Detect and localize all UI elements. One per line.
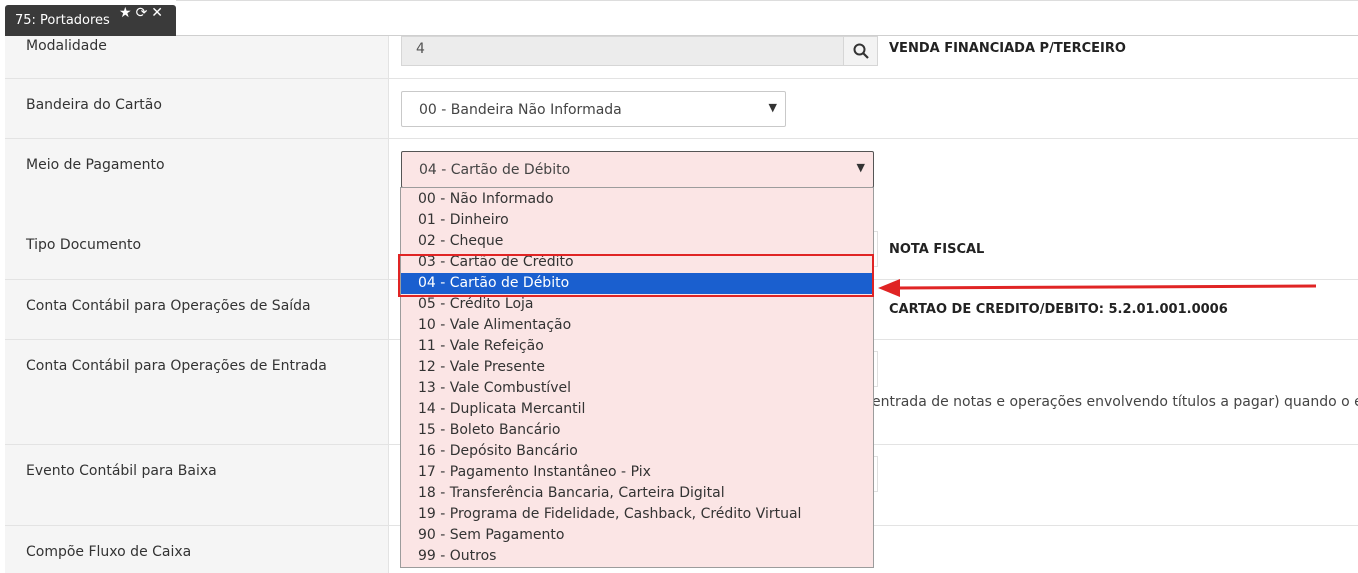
dropdown-option[interactable]: 14 - Duplicata Mercantil: [401, 399, 873, 420]
label-modalidade: Modalidade: [26, 38, 107, 54]
label-conta-saida: Conta Contábil para Operações de Saída: [26, 298, 311, 314]
chevron-down-icon: ▼: [856, 161, 865, 174]
modalidade-input[interactable]: 4: [401, 36, 844, 66]
meio-pagamento-options-list[interactable]: 00 - Não Informado 01 - Dinheiro 02 - Cheq…: [400, 187, 874, 568]
dropdown-option[interactable]: 01 - Dinheiro: [401, 210, 873, 231]
dropdown-option[interactable]: 18 - Transferência Bancaria, Carteira Di…: [401, 483, 873, 504]
label-evento-baixa: Evento Contábil para Baixa: [26, 463, 217, 479]
modalidade-search-button[interactable]: [843, 36, 878, 66]
top-divider: [176, 0, 1358, 1]
label-bandeira: Bandeira do Cartão: [26, 97, 162, 113]
modalidade-description: VENDA FINANCIADA P/TERCEIRO: [889, 41, 1126, 56]
dropdown-option[interactable]: 13 - Vale Combustível: [401, 378, 873, 399]
dropdown-option[interactable]: 99 - Outros: [401, 546, 873, 567]
dropdown-option[interactable]: 17 - Pagamento Instantâneo - Pix: [401, 462, 873, 483]
label-conta-entrada: Conta Contábil para Operações de Entrada: [26, 358, 327, 374]
bandeira-selected-value: 00 - Bandeira Não Informada: [419, 102, 622, 118]
window-tab[interactable]: 75: Portadores ★⟳✕: [5, 5, 176, 36]
conta-saida-description: CARTAO DE CREDITO/DEBITO: 5.2.01.001.000…: [889, 302, 1228, 317]
dropdown-option[interactable]: 05 - Crédito Loja: [401, 294, 873, 315]
label-meio-pagamento: Meio de Pagamento: [26, 157, 165, 173]
search-icon: [853, 43, 869, 59]
meio-pagamento-selected-value: 04 - Cartão de Débito: [419, 162, 571, 178]
dropdown-option[interactable]: 02 - Cheque: [401, 231, 873, 252]
refresh-icon[interactable]: ⟳: [136, 5, 152, 21]
annotation-highlight-box: [398, 254, 874, 297]
close-icon[interactable]: ✕: [151, 5, 167, 21]
dropdown-option[interactable]: 90 - Sem Pagamento: [401, 525, 873, 546]
modalidade-value: 4: [416, 41, 425, 57]
dropdown-option[interactable]: 12 - Vale Presente: [401, 357, 873, 378]
dropdown-option[interactable]: 15 - Boleto Bancário: [401, 420, 873, 441]
tipo-documento-description: NOTA FISCAL: [889, 242, 985, 257]
label-fluxo-caixa: Compõe Fluxo de Caixa: [26, 544, 192, 560]
dropdown-option[interactable]: 19 - Programa de Fidelidade, Cashback, C…: [401, 504, 873, 525]
bandeira-select[interactable]: 00 - Bandeira Não Informada ▼: [401, 91, 786, 127]
dropdown-option[interactable]: 16 - Depósito Bancário: [401, 441, 873, 462]
dropdown-option[interactable]: 10 - Vale Alimentação: [401, 315, 873, 336]
dropdown-option[interactable]: 00 - Não Informado: [401, 189, 873, 210]
dropdown-option[interactable]: 11 - Vale Refeição: [401, 336, 873, 357]
label-tipo-documento: Tipo Documento: [26, 237, 142, 253]
star-icon[interactable]: ★: [119, 5, 136, 21]
conta-entrada-help-text: entrada de notas e operações envolvendo …: [872, 394, 1358, 410]
meio-pagamento-select[interactable]: 04 - Cartão de Débito ▼: [401, 151, 874, 188]
tab-title: 75: Portadores: [15, 13, 110, 28]
chevron-down-icon: ▼: [768, 101, 777, 114]
annotation-arrow: [878, 279, 1317, 297]
